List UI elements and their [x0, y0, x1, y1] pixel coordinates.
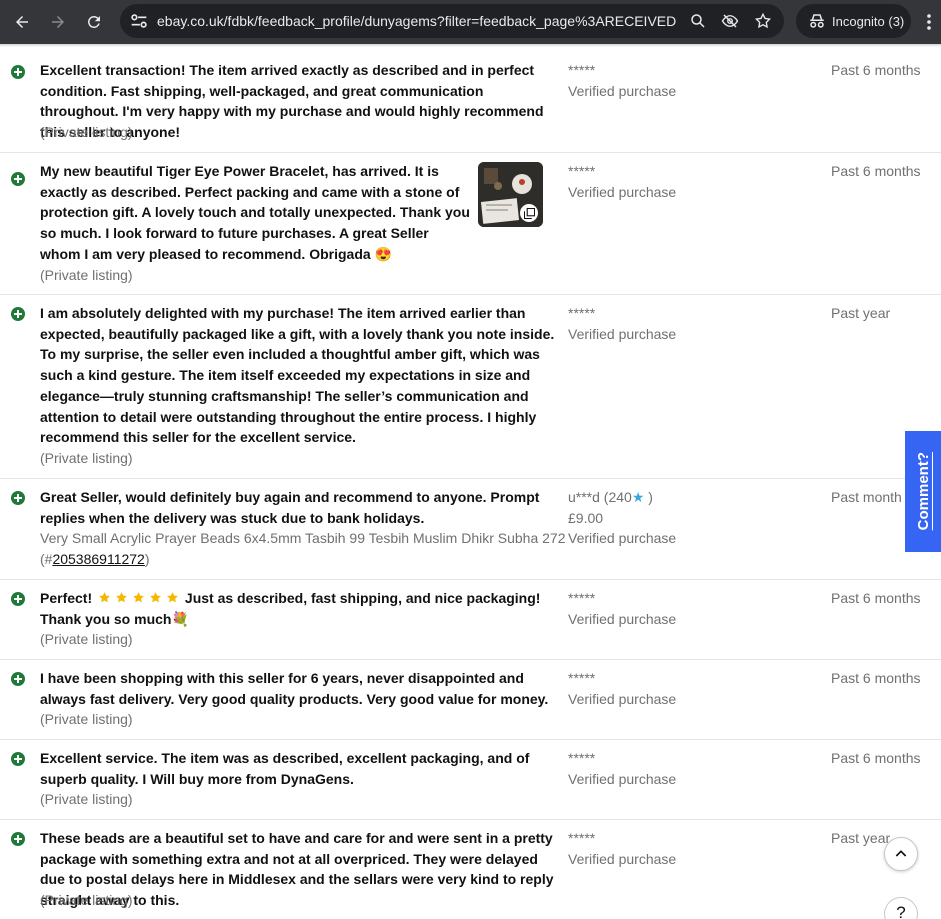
help-label: ? [896, 903, 906, 919]
buyer-name: ***** [568, 670, 596, 686]
buyer-info: u***d (240★ ) [568, 487, 653, 507]
chevron-up-icon [895, 850, 907, 857]
feedback-time: Past year [831, 305, 891, 321]
incognito-indicator[interactable]: Incognito (3) [796, 4, 911, 38]
listing-id-line: (#205386911272) [40, 549, 150, 569]
tracking-protection-eye-icon[interactable] [721, 12, 739, 30]
url-path: /fdbk/feedback_profile/dunyagems?filter=… [223, 13, 677, 29]
buyer-name: ***** [568, 163, 596, 179]
browser-toolbar: ebay.co.uk/fdbk/feedback_profile/dunyage… [0, 0, 941, 44]
reload-button[interactable] [80, 8, 108, 36]
listing-label: (Private listing) [40, 791, 133, 807]
verified-purchase-label: Verified purchase [568, 326, 677, 342]
site-info-icon[interactable] [128, 10, 150, 32]
feedback-comment: Perfect! Just as described, fast shippin… [40, 588, 555, 629]
zoom-icon[interactable] [689, 12, 707, 30]
address-bar[interactable]: ebay.co.uk/fdbk/feedback_profile/dunyage… [120, 4, 784, 38]
item-price: £9.00 [568, 510, 604, 526]
kebab-menu-icon[interactable] [921, 12, 937, 32]
feedback-time: Past 6 months [831, 62, 921, 78]
feedback-comment: Great Seller, would definitely buy again… [40, 489, 540, 526]
listing-label: (Private listing) [40, 711, 133, 727]
feedback-time: Past 6 months [831, 750, 921, 766]
feedback-time: Past month [831, 489, 902, 505]
feedback-comment: My new beautiful Tiger Eye Power Bracele… [40, 163, 470, 262]
feedback-comment: I have been shopping with this seller fo… [40, 670, 549, 707]
star-emoji-icon [167, 592, 178, 603]
comment-tab-label: Comment? [914, 452, 932, 531]
buyer-name: ***** [568, 305, 596, 321]
buyer-name: ***** [568, 62, 596, 78]
arrow-left-icon [16, 16, 28, 28]
listing-id-link[interactable]: 205386911272 [52, 551, 144, 567]
incognito-icon [810, 14, 824, 28]
positive-rating-icon [11, 65, 25, 79]
listing-title: Very Small Acrylic Prayer Beads 6x4.5mm … [40, 530, 566, 546]
feedback-row: My new beautiful Tiger Eye Power Bracele… [0, 153, 941, 295]
listing-id-prefix: (# [40, 551, 53, 567]
star-emoji-icon [116, 592, 127, 603]
positive-rating-icon [11, 491, 25, 505]
verified-purchase-label: Verified purchase [568, 771, 677, 787]
positive-rating-icon [11, 172, 25, 186]
feedback-photo-thumbnail[interactable] [478, 162, 543, 227]
arrow-right-icon [52, 16, 64, 28]
listing-label: (Private listing) [40, 450, 133, 466]
positive-rating-icon [11, 832, 25, 846]
feedback-row: Excellent transaction! The item arrived … [0, 47, 941, 153]
feedback-row: Excellent service. The item was as descr… [0, 740, 941, 820]
feedback-comment: Excellent service. The item was as descr… [40, 750, 530, 787]
listing-label: (Private listing) [40, 631, 133, 647]
star-emoji-icon [99, 592, 110, 603]
verified-purchase-label: Verified purchase [568, 530, 677, 546]
back-button[interactable] [8, 8, 36, 36]
reload-icon [87, 15, 100, 28]
listing-label: (Private listing) [40, 892, 133, 908]
comment-start: Perfect! [40, 590, 93, 606]
verified-purchase-label: Verified purchase [568, 184, 677, 200]
listing-label: (Private listing) [40, 267, 133, 283]
url-host: ebay.co.uk [157, 13, 224, 29]
star-emoji-icon [133, 592, 144, 603]
buyer-name: ***** [568, 830, 596, 846]
incognito-label: Incognito (3) [832, 13, 905, 29]
feedback-row: These beads are a beautiful set to have … [0, 820, 941, 919]
feedback-time: Past 6 months [831, 670, 921, 686]
buyer-name: ***** [568, 750, 596, 766]
star-emoji-icon [150, 592, 161, 603]
positive-rating-icon [11, 752, 25, 766]
feedback-row: Perfect! Just as described, fast shippin… [0, 580, 941, 660]
gallery-badge-icon [520, 204, 538, 222]
url-text[interactable]: ebay.co.uk/fdbk/feedback_profile/dunyage… [157, 13, 677, 29]
listing-label: (Private listing) [40, 124, 133, 140]
feedback-row: I have been shopping with this seller fo… [0, 660, 941, 740]
buyer-name[interactable]: u***d (240 [568, 489, 632, 505]
feedback-time: Past 6 months [831, 163, 921, 179]
buyer-name: ***** [568, 590, 596, 606]
verified-purchase-label: Verified purchase [568, 851, 677, 867]
feedback-comment: I am absolutely delighted with my purcha… [40, 305, 555, 446]
feedback-row: Great Seller, would definitely buy again… [0, 479, 941, 580]
feedback-row: I am absolutely delighted with my purcha… [0, 295, 941, 479]
gallery-icon [523, 207, 535, 219]
feedback-score-star-icon: ★ [631, 489, 645, 505]
listing-id-suffix: ) [144, 551, 150, 567]
verified-purchase-label: Verified purchase [568, 83, 677, 99]
positive-rating-icon [11, 307, 25, 321]
comment-feedback-tab[interactable]: Comment? [905, 431, 941, 552]
feedback-time: Past year [831, 830, 891, 846]
bookmark-star-icon[interactable] [754, 12, 772, 30]
buyer-score-close: ) [644, 489, 653, 505]
feedback-time: Past 6 months [831, 590, 921, 606]
forward-button[interactable] [44, 8, 72, 36]
verified-purchase-label: Verified purchase [568, 691, 677, 707]
back-to-top-button[interactable] [884, 837, 918, 871]
positive-rating-icon [11, 672, 25, 686]
verified-purchase-label: Verified purchase [568, 611, 677, 627]
positive-rating-icon [11, 592, 25, 606]
